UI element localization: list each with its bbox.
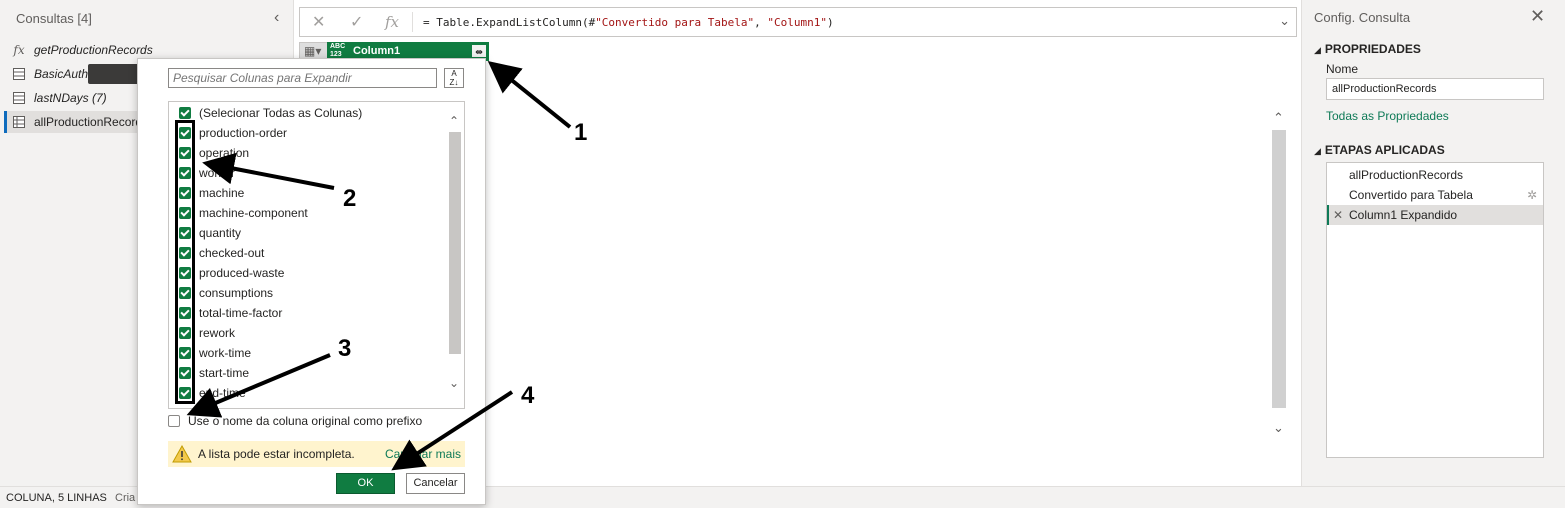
step-label: allProductionRecords — [1349, 168, 1464, 182]
column-label: consumptions — [199, 286, 274, 300]
load-more-link[interactable]: Carregar mais — [385, 447, 461, 461]
table-menu-icon[interactable]: ▦▾ — [304, 44, 321, 58]
column-option-machine-component[interactable]: machine-component — [179, 204, 308, 222]
annotation-number-4: 4 — [521, 382, 535, 409]
column-label: checked-out — [199, 246, 265, 260]
formula-suffix: ) — [827, 16, 834, 29]
ok-button[interactable]: OK — [336, 473, 395, 494]
table-icon — [12, 67, 26, 81]
query-name-input[interactable] — [1326, 78, 1544, 100]
column-label: produced-waste — [199, 266, 285, 280]
chevron-up-icon[interactable]: ⌃ — [449, 114, 459, 128]
applied-steps-heading-text: ETAPAS APLICADAS — [1324, 143, 1445, 157]
status-truncated: Cria — [115, 492, 136, 504]
column-label: total-time-factor — [199, 306, 283, 320]
annotation-number-1: 1 — [574, 119, 588, 146]
column-label: operation — [199, 146, 250, 160]
gear-icon[interactable]: ✲ — [1527, 185, 1537, 205]
query-label: lastNDays (7) — [34, 91, 107, 105]
status-summary: COLUNA, 5 LINHAS — [6, 492, 107, 504]
step-item[interactable]: allProductionRecords — [1327, 165, 1543, 185]
table-icon — [12, 91, 26, 105]
fx-icon: fx — [13, 43, 25, 57]
checkbox-highlight-box — [175, 120, 195, 404]
column-list: (Selecionar Todas as Colunas) production… — [168, 101, 465, 409]
prefix-checkbox[interactable] — [168, 415, 180, 427]
query-settings-title: Config. Consulta — [1314, 10, 1411, 25]
query-label: BasicAuth — [34, 67, 89, 81]
scroll-up-icon[interactable]: ⌃ — [1273, 110, 1284, 126]
cancel-button[interactable]: Cancelar — [406, 473, 465, 494]
annotation-number-2: 2 — [343, 185, 357, 212]
sort-az-icon[interactable]: A Z↓ — [444, 68, 464, 88]
column-label: rework — [199, 326, 236, 340]
grid-scrollbar[interactable] — [1272, 130, 1286, 408]
all-properties-link[interactable]: Todas as Propriedades — [1326, 109, 1449, 123]
column-label: end-time — [199, 386, 246, 400]
select-all-label: (Selecionar Todas as Colunas) — [199, 106, 363, 120]
select-all-checkbox[interactable] — [179, 107, 191, 119]
formula-input[interactable]: = Table.ExpandListColumn(#"Convertido pa… — [423, 16, 834, 29]
scroll-thumb[interactable] — [449, 132, 461, 354]
warning-icon — [172, 445, 192, 463]
step-item[interactable]: Convertido para Tabela ✲ — [1327, 185, 1543, 205]
search-columns-input[interactable] — [168, 68, 437, 88]
table-icon — [12, 115, 26, 129]
applied-steps-heading: ◢ ETAPAS APLICADAS — [1314, 143, 1445, 157]
check-icon[interactable]: ✓ — [350, 12, 363, 32]
step-item[interactable]: ✕ Column1 Expandido — [1327, 205, 1543, 225]
column-label: start-time — [199, 366, 250, 380]
chevron-down-icon[interactable]: ⌄ — [449, 376, 459, 390]
step-label: Column1 Expandido — [1349, 208, 1458, 222]
column-option-production-order[interactable]: production-order — [179, 124, 287, 142]
close-icon[interactable]: ✕ — [312, 12, 325, 32]
close-icon[interactable]: ✕ — [1530, 6, 1545, 27]
incomplete-list-warning: A lista pode estar incompleta. Carregar … — [168, 441, 465, 467]
queries-pane-title: Consultas [4] — [16, 11, 92, 26]
type-any-icon[interactable]: ABC 123 — [330, 43, 345, 59]
delete-step-icon[interactable]: ✕ — [1333, 205, 1343, 225]
prefix-option-row[interactable]: Use o nome da coluna original como prefi… — [168, 414, 422, 428]
warning-text: A lista pode estar incompleta. — [198, 447, 355, 461]
formula-prefix: = Table.ExpandListColumn(# — [423, 16, 596, 29]
column-label: machine-component — [199, 206, 308, 220]
prefix-label: Use o nome da coluna original como prefi… — [188, 414, 423, 428]
column-label: machine — [199, 186, 245, 200]
applied-steps-list: allProductionRecords Convertido para Tab… — [1326, 162, 1544, 458]
chevron-down-icon[interactable]: ⌄ — [1279, 13, 1290, 29]
column-label: quantity — [199, 226, 242, 240]
query-settings-pane: Config. Consulta ✕ ◢PROPRIEDADES Nome To… — [1301, 0, 1565, 486]
formula-string: "Convertido para Tabela" — [595, 16, 755, 29]
expand-columns-icon[interactable]: ⇹ — [471, 44, 487, 58]
scroll-down-icon[interactable]: ⌄ — [1273, 420, 1284, 436]
column-name: Column1 — [353, 45, 401, 57]
formula-divider — [412, 12, 413, 32]
query-label: getProductionRecords — [34, 43, 153, 57]
column-list-scrollbar[interactable]: ⌃ ⌄ — [448, 114, 462, 390]
redaction-block — [88, 64, 140, 84]
column-label: production-order — [199, 126, 288, 140]
formula-separator: , — [754, 16, 768, 29]
column-label: worker — [199, 166, 236, 180]
step-label: Convertido para Tabela — [1349, 188, 1473, 202]
properties-heading-text: PROPRIEDADES — [1324, 42, 1421, 56]
chevron-left-icon[interactable]: ‹ — [274, 9, 279, 27]
formula-bar: ✕ ✓ fx = Table.ExpandListColumn(#"Conver… — [299, 7, 1297, 37]
column-label: work-time — [199, 346, 252, 360]
arrow-1 — [487, 60, 572, 129]
select-all-row[interactable]: (Selecionar Todas as Colunas) — [179, 104, 362, 122]
name-label: Nome — [1326, 62, 1359, 76]
formula-string: "Column1" — [767, 16, 827, 29]
annotation-number-3: 3 — [338, 335, 352, 362]
properties-heading: ◢ PROPRIEDADES — [1314, 42, 1421, 56]
fx-icon[interactable]: fx — [385, 13, 399, 31]
query-label: allProductionRecords — [34, 115, 149, 129]
